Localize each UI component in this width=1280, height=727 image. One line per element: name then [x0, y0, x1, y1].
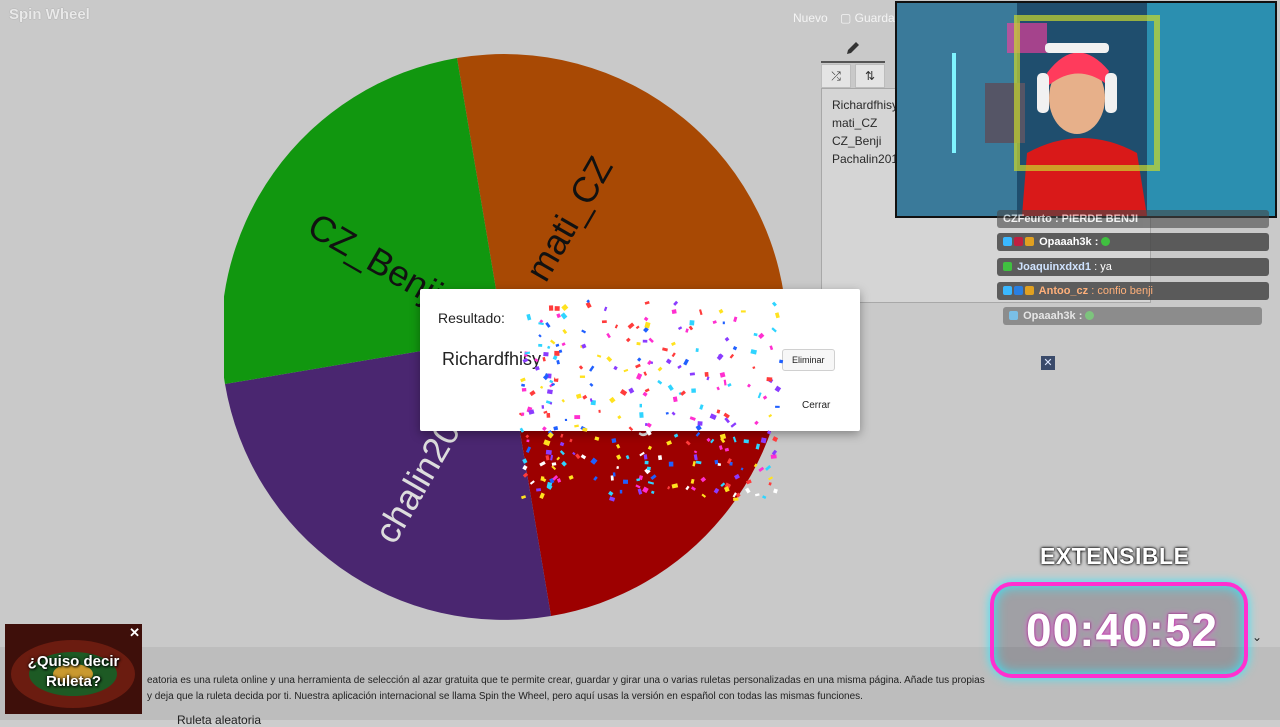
badge-icon	[1003, 262, 1012, 271]
close-icon[interactable]: ✕	[1041, 356, 1055, 370]
section-title: Ruleta aleatoria	[177, 713, 262, 727]
shuffle-icon: ⤮	[831, 68, 841, 83]
chevron-down-icon[interactable]: ⌄	[1252, 630, 1262, 644]
chat-message: Opaaah3k :	[1003, 307, 1262, 325]
emote-icon	[1085, 311, 1095, 320]
edit-icon[interactable]	[845, 40, 861, 56]
app-logo[interactable]: Spin Wheel	[9, 6, 90, 23]
extensible-label: EXTENSIBLE	[1040, 543, 1190, 569]
emote-icon	[1101, 237, 1111, 246]
badge-icon	[1009, 311, 1018, 320]
chat-message: CZFeurto : PIERDE BENJI	[997, 210, 1269, 228]
delete-button[interactable]: Eliminar	[782, 349, 835, 371]
badge-icon	[1003, 237, 1012, 246]
ad-text: ¿Quiso decir Ruleta?	[27, 653, 120, 690]
active-tab-indicator	[821, 61, 885, 63]
save-icon: ▢	[840, 11, 855, 25]
close-icon[interactable]: ✕	[129, 625, 140, 641]
chat-message: Antoo_cz : confio benji	[997, 282, 1269, 300]
dialog-title: Resultado:	[438, 310, 505, 326]
countdown-timer: 00:40:52	[1026, 604, 1219, 656]
webcam-overlay	[895, 1, 1277, 218]
shuffle-button[interactable]: ⤮	[821, 64, 851, 88]
badge-icon	[1014, 286, 1023, 295]
badge-icon	[1014, 237, 1023, 246]
ad-banner[interactable]: ¿Quiso decir Ruleta? ✕	[5, 624, 142, 714]
chat-message: Joaquinxdxd1 : ya	[997, 258, 1269, 276]
close-button[interactable]: Cerrar	[794, 397, 838, 414]
badge-icon	[1003, 286, 1012, 295]
badge-icon	[1025, 237, 1034, 246]
sort-button[interactable]: ⇅	[855, 64, 885, 88]
save-button[interactable]: ▢ Guardar	[840, 11, 899, 25]
streamer-camera	[897, 3, 1275, 216]
badge-icon	[1025, 286, 1034, 295]
winner-name: Richardfhisy	[442, 349, 542, 369]
chat-message: Opaaah3k :	[997, 233, 1269, 251]
sort-icon: ⇅	[864, 69, 876, 83]
new-button[interactable]: Nuevo	[793, 11, 828, 25]
result-dialog: Resultado: Richardfhisy Eliminar Cerrar	[420, 289, 860, 431]
